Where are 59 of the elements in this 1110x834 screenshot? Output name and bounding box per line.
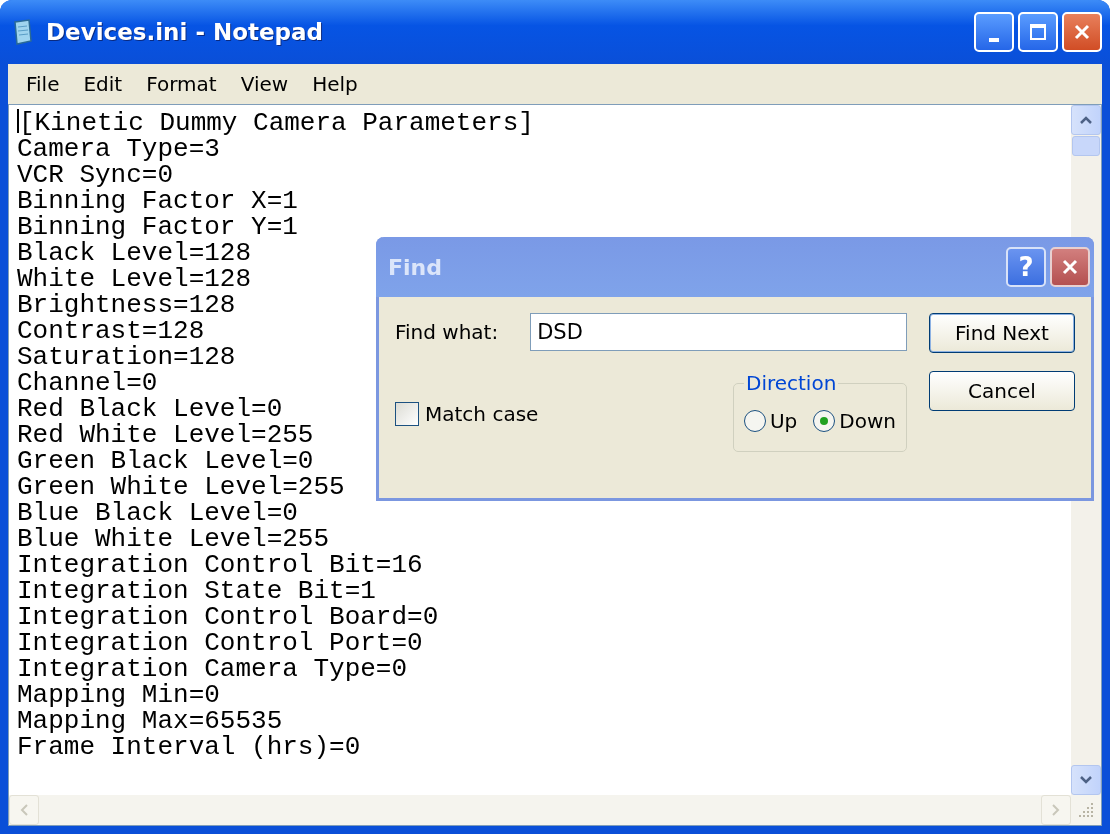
direction-legend: Direction (744, 371, 839, 395)
maximize-button[interactable] (1018, 12, 1058, 52)
menu-item[interactable]: File (26, 72, 60, 96)
close-icon (1061, 258, 1079, 276)
find-what-label: Find what: (395, 320, 499, 344)
resize-grip-icon[interactable] (1077, 801, 1095, 819)
text-line: Integration Camera Type=0 (17, 656, 408, 682)
maximize-icon (1029, 23, 1047, 41)
chevron-up-icon (1079, 115, 1093, 125)
horizontal-scrollbar[interactable] (9, 795, 1101, 825)
text-line: Blue White Level=255 (17, 526, 330, 552)
text-line: Saturation=128 (17, 344, 236, 370)
text-line: Integration State Bit=1 (17, 578, 376, 604)
menu-item[interactable]: Edit (83, 72, 123, 96)
text-line: Green White Level=255 (17, 474, 345, 500)
scroll-down-button[interactable] (1071, 765, 1101, 795)
text-line: Mapping Max=65535 (17, 708, 283, 734)
text-line: Integration Control Port=0 (17, 630, 423, 656)
scroll-up-button[interactable] (1071, 105, 1101, 135)
menu-item[interactable]: View (240, 72, 289, 96)
scroll-thumb[interactable] (1072, 136, 1100, 156)
text-line: White Level=128 (17, 266, 252, 292)
find-what-field[interactable]: DSD (530, 313, 907, 351)
notepad-icon (12, 19, 34, 45)
text-line: Integration Control Bit=16 (17, 552, 423, 578)
text-line: Integration Control Board=0 (17, 604, 439, 630)
text-line: Contrast=128 (17, 318, 205, 344)
direction-radio[interactable]: Up (744, 409, 798, 433)
text-line: Binning Factor X=1 (17, 188, 298, 214)
text-line: Red White Level=255 (17, 422, 314, 448)
text-line: Black Level=128 (17, 240, 252, 266)
text-line: Binning Factor Y=1 (17, 214, 298, 240)
text-line: Red Black Level=0 (17, 396, 283, 422)
find-next-button[interactable]: Find Next (929, 313, 1075, 353)
chevron-down-icon (1079, 775, 1093, 785)
text-line: Channel=0 (17, 370, 158, 396)
chevron-right-icon (1051, 803, 1061, 817)
chevron-left-icon (19, 803, 29, 817)
text-line: Blue Black Level=0 (17, 500, 298, 526)
match-case-checkbox[interactable]: Match case (395, 402, 539, 426)
menu-item[interactable]: Help (312, 72, 358, 96)
window-title: Devices.ini - Notepad (46, 19, 325, 45)
dialog-close-button[interactable] (1050, 247, 1090, 287)
text-line: Green Black Level=0 (17, 448, 314, 474)
minimize-icon (989, 38, 999, 42)
text-line: Camera Type=3 (17, 136, 220, 162)
close-icon (1073, 23, 1091, 41)
close-button[interactable] (1062, 12, 1102, 52)
text-line: Brightness=128 (17, 292, 236, 318)
text-line: Frame Interval (hrs)=0 (17, 734, 361, 760)
checkbox-box[interactable] (395, 402, 419, 426)
cancel-button[interactable]: Cancel (929, 371, 1075, 411)
direction-radio[interactable]: Down (813, 409, 896, 433)
text-line: Mapping Min=0 (17, 682, 220, 708)
menu-item[interactable]: Format (146, 72, 217, 96)
text-line: VCR Sync=0 (17, 162, 174, 188)
minimize-button[interactable] (974, 12, 1014, 52)
dialog-title: Find (388, 254, 443, 280)
text-line: [Kinetic Dummy Camera Parameters] (17, 109, 534, 136)
